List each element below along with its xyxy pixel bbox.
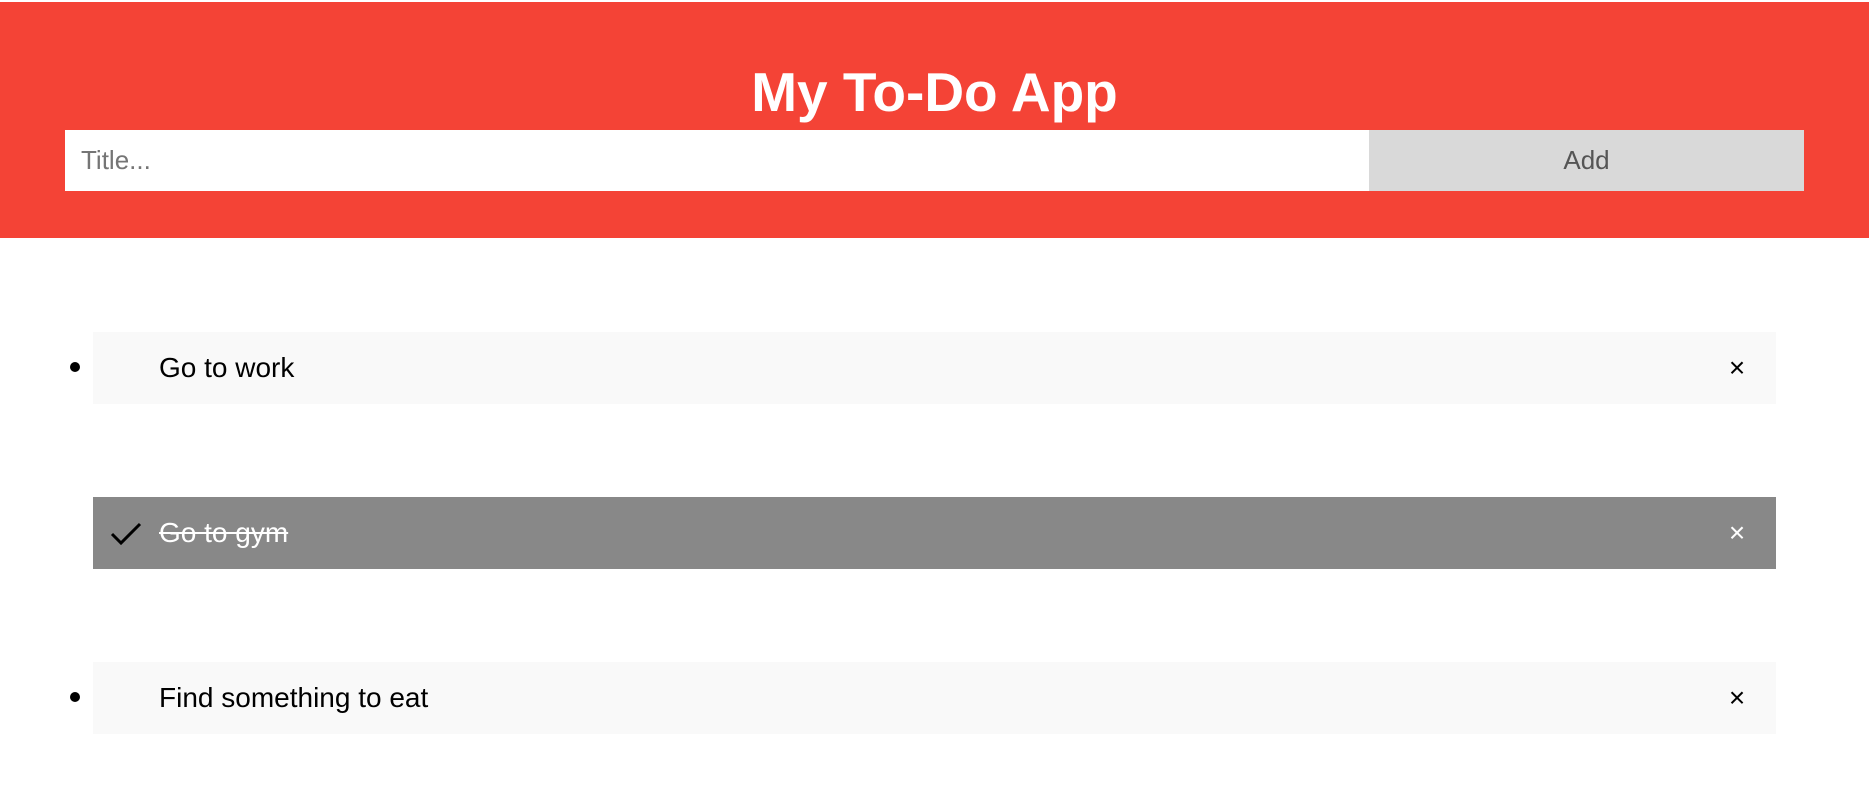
todo-item-go-to-work[interactable]: Go to work × [70,332,1776,404]
app-title: My To-Do App [751,61,1118,123]
todo-item-find-something-to-eat[interactable]: Find something to eat × [70,662,1776,734]
close-icon[interactable]: × [1722,497,1752,569]
list-bullet [70,692,80,702]
check-icon [110,521,142,546]
todo-text: Find something to eat [159,682,429,713]
todo-text: Go to gym [159,517,289,548]
add-button[interactable]: Add [1369,130,1804,191]
close-icon[interactable]: × [1722,332,1752,404]
header: My To-Do App Add [0,2,1869,238]
todo-title-input[interactable] [65,130,1369,191]
add-todo-form: Add [65,130,1804,191]
todo-item-go-to-gym[interactable]: Go to gym × [93,497,1776,569]
close-icon[interactable]: × [1722,662,1752,734]
todo-text: Go to work [159,352,295,383]
list-bullet [70,362,80,372]
